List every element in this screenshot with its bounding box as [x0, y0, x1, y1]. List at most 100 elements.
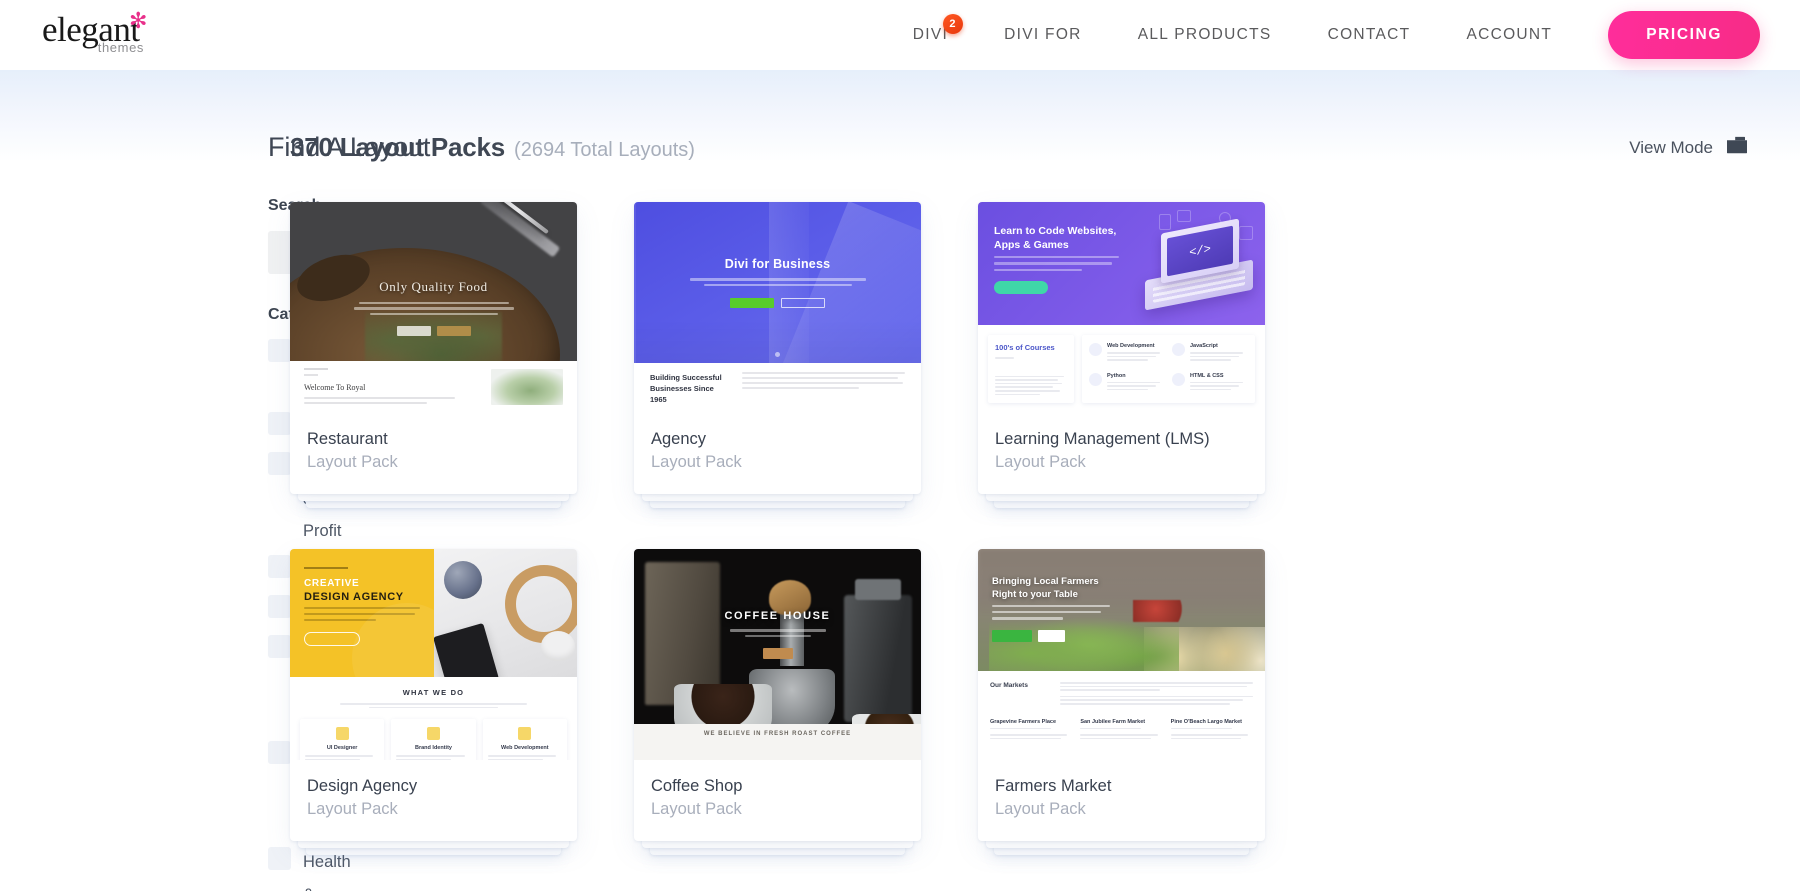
line: [995, 393, 1040, 396]
line: [742, 387, 860, 389]
preview-feature-cards: UI Designer Brand Identity Web Developme…: [300, 719, 567, 760]
laptop-illustration: </>: [1145, 218, 1255, 311]
feature-title: HTML & CSS: [1190, 372, 1224, 379]
preview-feature: Python: [1089, 372, 1165, 396]
nav-item-all-products[interactable]: ALL PRODUCTS: [1110, 26, 1300, 44]
nav-item-divi[interactable]: DIVI 2: [885, 14, 976, 44]
category-item-events[interactable]: Events: [268, 594, 353, 627]
scroll-dot-icon: [775, 352, 780, 357]
categories-label: Categories: [268, 306, 351, 324]
elegant-themes-logo[interactable]: elegant ✻ themes: [42, 10, 162, 59]
line: [340, 703, 527, 705]
category-item-business[interactable]: Business: [268, 411, 370, 444]
kicker: [304, 567, 348, 569]
kicker: [304, 373, 318, 376]
preview-section-title: Our Markets: [990, 682, 1028, 689]
checkbox-icon[interactable]: [268, 339, 291, 362]
preview-headline: Bringing Local Farmers Right to your Tab…: [992, 576, 1099, 600]
checkbox-icon[interactable]: [268, 741, 291, 764]
folder-icon[interactable]: [1726, 136, 1748, 159]
card-subtitle: Layout Pack: [995, 800, 1086, 818]
preview-buttons: [730, 298, 825, 308]
line: [305, 758, 360, 760]
preview-feature: HTML & CSS: [1172, 372, 1248, 396]
nav-item-label: CONTACT: [1327, 26, 1411, 43]
layout-pack-card-restaurant[interactable]: Only Quality Food Welcome To Royal Resta…: [290, 202, 577, 494]
preview-features-grid: Web Development JavaScript Python HTML &…: [1082, 335, 1255, 403]
layout-pack-card-farmers-market[interactable]: Bringing Local Farmers Right to your Tab…: [978, 549, 1265, 841]
sidebar-title: Find A Layout: [268, 132, 431, 162]
tablet-shape: [433, 622, 499, 677]
search-label: Search: [268, 197, 321, 215]
layout-pack-card-coffee-shop[interactable]: COFFEE HOUSE WE BELIEVE IN FRESH ROAST C…: [634, 549, 921, 841]
preview-headline: Only Quality Food: [379, 278, 488, 294]
nav-item-contact[interactable]: CONTACT: [1300, 26, 1439, 44]
view-mode-toggle[interactable]: View Mode: [1629, 136, 1748, 159]
checkbox-icon[interactable]: [268, 595, 291, 618]
nav-item-account[interactable]: ACCOUNT: [1438, 26, 1580, 44]
preview-below-fold: 100's of Courses Web Development JavaScr…: [978, 325, 1265, 413]
feature-title: UI Designer: [326, 745, 358, 752]
kicker: [304, 367, 328, 370]
nav-item-divi-for[interactable]: DIVI FOR: [976, 26, 1110, 44]
headphones-shape: [505, 565, 577, 643]
card-meta: Learning Management (LMS) Layout Pack: [978, 413, 1265, 494]
line: [992, 605, 1110, 608]
layout-pack-card-slot: Only Quality Food Welcome To Royal Resta…: [290, 202, 577, 508]
category-item-art-design[interactable]: Art & Design: [268, 338, 354, 404]
page-body: Find A Layout Search Categories Art & De…: [0, 70, 1800, 891]
line: [703, 283, 852, 286]
design-agency-preview-art: CREATIVE DESIGN AGENCY WHAT WE DO UI Des…: [290, 549, 577, 760]
preview-hero-text: Bringing Local Farmers Right to your Tab…: [992, 575, 1110, 642]
checkbox-icon[interactable]: [268, 555, 291, 578]
layout-pack-card-design-agency[interactable]: CREATIVE DESIGN AGENCY WHAT WE DO UI Des…: [290, 549, 577, 841]
category-item-education[interactable]: Education: [268, 554, 376, 587]
nav-item-label: ALL PRODUCTS: [1137, 26, 1272, 43]
preview-paragraph: [1060, 682, 1253, 707]
checkbox-icon[interactable]: [268, 452, 291, 475]
nav-item-label: ACCOUNT: [1466, 26, 1553, 43]
preview-below-fold: WHAT WE DO UI Designer Brand Identity We…: [290, 677, 577, 760]
line: [1107, 381, 1161, 384]
feature-icon: [518, 727, 532, 741]
preview-market: San Jubilee Farm Market: [1080, 719, 1162, 742]
checkbox-icon[interactable]: [268, 412, 291, 435]
filter-sidebar: Find A Layout Search Categories Art & De…: [0, 70, 491, 891]
divi-badge: 2: [943, 14, 964, 34]
layout-pack-card-slot: </> Learn to Code Websites, Apps & Games: [978, 202, 1265, 508]
category-item-community-non-profit[interactable]: Community & Non-Profit: [268, 451, 386, 547]
pricing-button[interactable]: PRICING: [1608, 11, 1760, 59]
line: [1107, 352, 1161, 354]
card-title: Farmers Market: [995, 777, 1112, 795]
market-title: Pine O'Beach Largo Market: [1170, 718, 1242, 725]
feature-title: Web Development: [501, 745, 549, 752]
preview-button-primary: [730, 298, 774, 308]
line: [995, 389, 1060, 392]
line: [396, 755, 465, 757]
site-header: elegant ✻ themes DIVI 2 DIVI FOR ALL PRO…: [0, 0, 1800, 70]
line: [992, 611, 1101, 614]
card-thumbnail: Bringing Local Farmers Right to your Tab…: [978, 549, 1265, 760]
category-item-food-drink[interactable]: Food & Drink: [268, 740, 342, 839]
view-mode-label: View Mode: [1629, 137, 1713, 157]
category-item-fashion-beauty[interactable]: Fashion & Beauty: [268, 634, 362, 733]
content-area: Find A Layout Search Categories Art & De…: [0, 70, 1800, 891]
card-thumbnail: Divi for Business Building Successful Bu…: [634, 202, 921, 413]
checkbox-icon[interactable]: [268, 847, 291, 870]
category-item-health-fitness[interactable]: Health & Fitness: [268, 846, 351, 891]
layout-pack-card-lms[interactable]: </> Learn to Code Websites, Apps & Games: [978, 202, 1265, 494]
preview-hero-text: COFFEE HOUSE: [634, 549, 921, 720]
card-title: Design Agency: [307, 777, 418, 795]
checkbox-icon[interactable]: [268, 635, 291, 658]
market-title: San Jubilee Farm Market: [1080, 718, 1146, 725]
line: [744, 634, 811, 637]
line: [1080, 727, 1142, 730]
line: [353, 307, 514, 310]
feature-title: JavaScript: [1190, 343, 1218, 349]
preview-section-title: Welcome To Royal: [304, 382, 366, 392]
preview-headline-2: DESIGN AGENCY: [304, 591, 404, 603]
layout-pack-card-slot: Bringing Local Farmers Right to your Tab…: [978, 549, 1265, 855]
line: [994, 268, 1082, 271]
agency-preview-art: Divi for Business Building Successful Bu…: [634, 202, 921, 413]
layout-pack-card-agency[interactable]: Divi for Business Building Successful Bu…: [634, 202, 921, 494]
